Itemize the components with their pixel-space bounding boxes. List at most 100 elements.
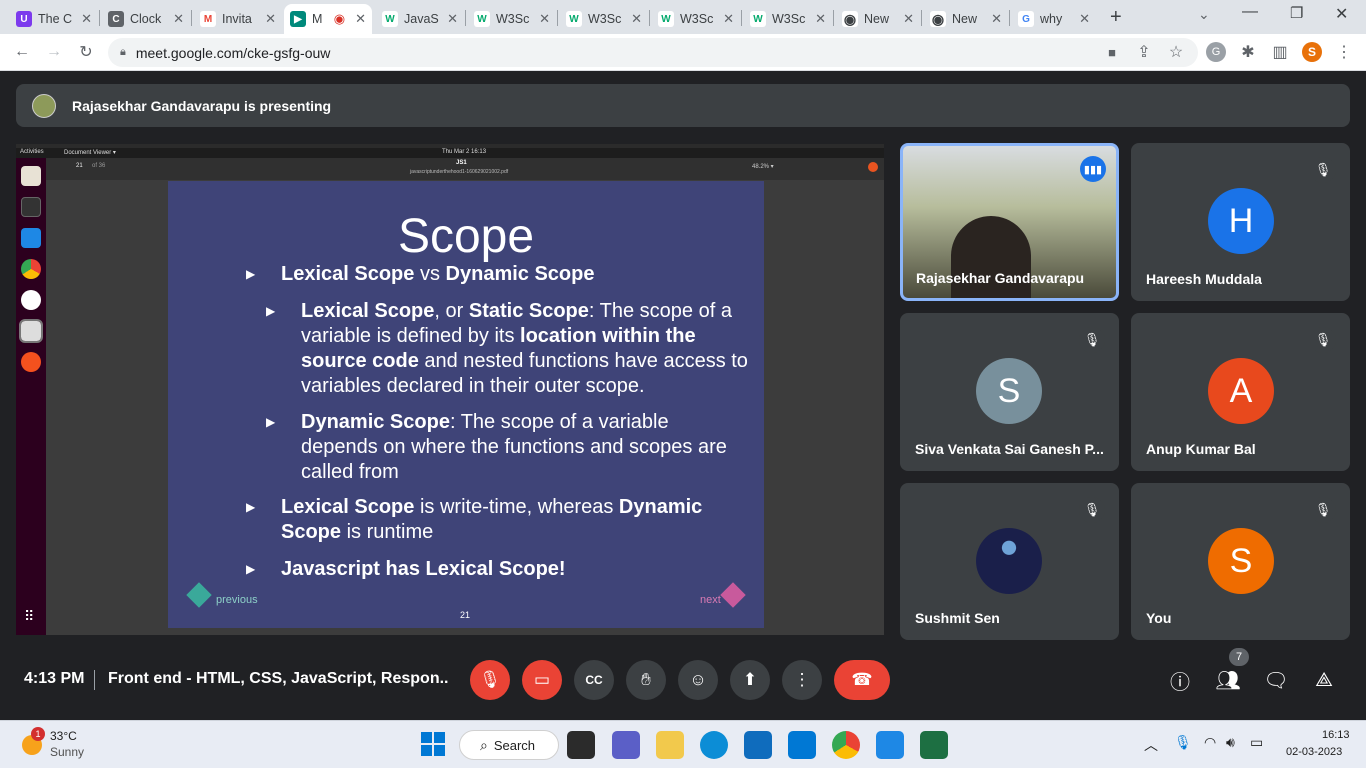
teams-icon[interactable] xyxy=(612,731,640,759)
captions-button[interactable]: CC xyxy=(574,660,614,700)
tab-favicon: ◉ xyxy=(930,10,946,27)
browser-tab[interactable]: M Invita ✕ xyxy=(194,4,282,34)
browser-tab[interactable]: Gwhy ✕ xyxy=(1012,4,1096,34)
menu-icon[interactable]: ⋮ xyxy=(1334,42,1354,62)
chat-icon[interactable]: 🗨︎ xyxy=(1262,666,1290,694)
reactions-button[interactable]: ☺ xyxy=(678,660,718,700)
bookmark-star-icon[interactable]: ☆ xyxy=(1166,42,1186,62)
meeting-title: Front end - HTML, CSS, JavaScript, Respo… xyxy=(108,670,448,687)
close-icon[interactable]: ✕ xyxy=(81,11,92,27)
participant-tile-presenter[interactable]: ▮▮▮ Rajasekhar Gandavarapu xyxy=(900,143,1119,301)
browser-tab[interactable]: ◉ New ✕ xyxy=(924,4,1008,34)
taskbar-search[interactable]: ⌕ Search xyxy=(459,730,559,760)
tab-favicon: W xyxy=(474,11,490,27)
emoji-icon: ☺ xyxy=(689,670,707,689)
participant-tile[interactable]: 🎙︎ Sushmit Sen xyxy=(900,483,1119,640)
browser-tab-active[interactable]: ▶ M ◉ ✕ xyxy=(284,4,372,34)
chrome-icon[interactable] xyxy=(832,731,860,759)
people-icon[interactable]: 👥︎ xyxy=(1214,666,1242,694)
file-explorer-icon[interactable] xyxy=(656,731,684,759)
raise-hand-button[interactable]: ✋︎ xyxy=(626,660,666,700)
share-icon[interactable]: ⇪ xyxy=(1134,42,1154,62)
participant-tile[interactable]: 🎙︎ H Hareesh Muddala xyxy=(1131,143,1350,301)
back-icon[interactable]: ← xyxy=(12,42,32,62)
minimize-button[interactable]: — xyxy=(1242,3,1258,21)
tab-favicon: W xyxy=(658,11,674,27)
meeting-details-icon[interactable]: ⓘ xyxy=(1166,666,1194,694)
mic-off-icon: 🎙︎ xyxy=(479,670,501,689)
battery-icon[interactable]: ▭ xyxy=(1250,734,1263,751)
chrome-icon xyxy=(21,259,41,279)
participant-tile[interactable]: 🎙︎ A Anup Kumar Bal xyxy=(1131,313,1350,471)
close-icon[interactable]: ✕ xyxy=(265,11,276,27)
tab-title: why xyxy=(1040,12,1063,26)
reload-icon[interactable]: ↻ xyxy=(76,42,96,62)
browser-tab[interactable]: U The C ✕ xyxy=(10,4,98,34)
sidebar-icon[interactable]: ▥ xyxy=(1270,42,1290,62)
close-icon[interactable]: ✕ xyxy=(815,11,826,27)
terminal-icon xyxy=(21,197,41,217)
tab-title: Invita xyxy=(222,12,252,26)
leave-call-button[interactable]: ☎︎ xyxy=(834,660,890,700)
more-icon: ⋮ xyxy=(793,670,811,689)
forward-icon[interactable]: → xyxy=(44,42,64,62)
wifi-icon[interactable]: ◠ xyxy=(1204,734,1216,751)
profile-avatar[interactable]: S xyxy=(1302,42,1322,62)
close-icon[interactable]: ✕ xyxy=(355,11,366,27)
close-window-button[interactable]: ✕ xyxy=(1335,4,1348,24)
tray-overflow-icon[interactable]: ︿ xyxy=(1144,735,1158,755)
edge-icon[interactable] xyxy=(700,731,728,759)
volume-icon[interactable]: 🔊︎ xyxy=(1226,734,1235,751)
taskbar-clock-date[interactable]: 02-03-2023 xyxy=(1286,746,1342,758)
browser-tab[interactable]: W W3Sc ✕ xyxy=(560,4,648,34)
app-menu-label: Document Viewer ▾ xyxy=(64,150,116,156)
store-icon[interactable] xyxy=(744,731,772,759)
present-icon: ⬆ xyxy=(742,670,758,689)
slide-page-number: 21 xyxy=(460,610,471,620)
slide-bullet: Javascript has Lexical Scope! xyxy=(281,558,566,580)
browser-tab[interactable]: W JavaS ✕ xyxy=(376,4,464,34)
vscode-icon[interactable] xyxy=(876,731,904,759)
camera-icon[interactable]: ■ xyxy=(1102,42,1122,62)
close-icon[interactable]: ✕ xyxy=(173,11,184,27)
present-button[interactable]: ⬆ xyxy=(730,660,770,700)
close-icon[interactable]: ✕ xyxy=(723,11,734,27)
more-options-button[interactable]: ⋮ xyxy=(782,660,822,700)
microphone-icon[interactable]: 🎙︎ xyxy=(1174,734,1192,751)
participant-tile-self[interactable]: 🎙︎ S You xyxy=(1131,483,1350,640)
excel-icon[interactable] xyxy=(920,731,948,759)
new-tab-button[interactable]: + xyxy=(1110,6,1122,29)
puzzle-icon[interactable]: ✱ xyxy=(1238,42,1258,62)
close-icon[interactable]: ✕ xyxy=(991,11,1002,27)
camera-toggle-button[interactable]: ▭ xyxy=(522,660,562,700)
activities-icon[interactable]: ⟁ xyxy=(1310,666,1338,694)
close-icon[interactable]: ✕ xyxy=(1079,11,1090,27)
restore-button[interactable]: ❐ xyxy=(1290,4,1303,22)
browser-tab[interactable]: W W3Sc ✕ xyxy=(468,4,556,34)
browser-tab[interactable]: W W3Sc ✕ xyxy=(652,4,740,34)
speaking-indicator-icon: ▮▮▮ xyxy=(1080,156,1106,182)
browser-tab[interactable]: W W3Sc ✕ xyxy=(744,4,832,34)
mic-toggle-button[interactable]: 🎙︎ xyxy=(470,660,510,700)
url-text: meet.google.com/cke-gsfg-ouw xyxy=(135,44,331,61)
pdf-zoom: 48.2% ▾ xyxy=(752,164,774,170)
mail-icon[interactable] xyxy=(788,731,816,759)
taskbar-clock-time[interactable]: 16:13 xyxy=(1322,729,1350,741)
close-icon[interactable]: ✕ xyxy=(631,11,642,27)
tab-title: The C xyxy=(38,12,73,26)
address-bar[interactable]: 🔒︎ meet.google.com/cke-gsfg-ouw xyxy=(108,38,1198,67)
close-icon[interactable]: ✕ xyxy=(903,11,914,27)
close-icon[interactable]: ✕ xyxy=(447,11,458,27)
close-icon[interactable]: ✕ xyxy=(539,11,550,27)
task-view-icon[interactable] xyxy=(567,731,595,759)
tab-search-button[interactable]: ⌄ xyxy=(1198,6,1210,23)
windows-start-icon[interactable] xyxy=(421,732,445,756)
browser-tab[interactable]: ◉ New ✕ xyxy=(836,4,920,34)
extension-icon[interactable]: G xyxy=(1206,42,1226,62)
browser-tab[interactable]: C Clock ✕ xyxy=(102,4,190,34)
participant-tile[interactable]: 🎙︎ S Siva Venkata Sai Ganesh P... xyxy=(900,313,1119,471)
slide-subbullet: Lexical Scope, or Static Scope: The scop… xyxy=(301,300,748,397)
slide-title: Scope xyxy=(397,210,535,263)
captions-icon: CC xyxy=(585,673,603,687)
hangup-icon: ☎︎ xyxy=(851,670,873,689)
